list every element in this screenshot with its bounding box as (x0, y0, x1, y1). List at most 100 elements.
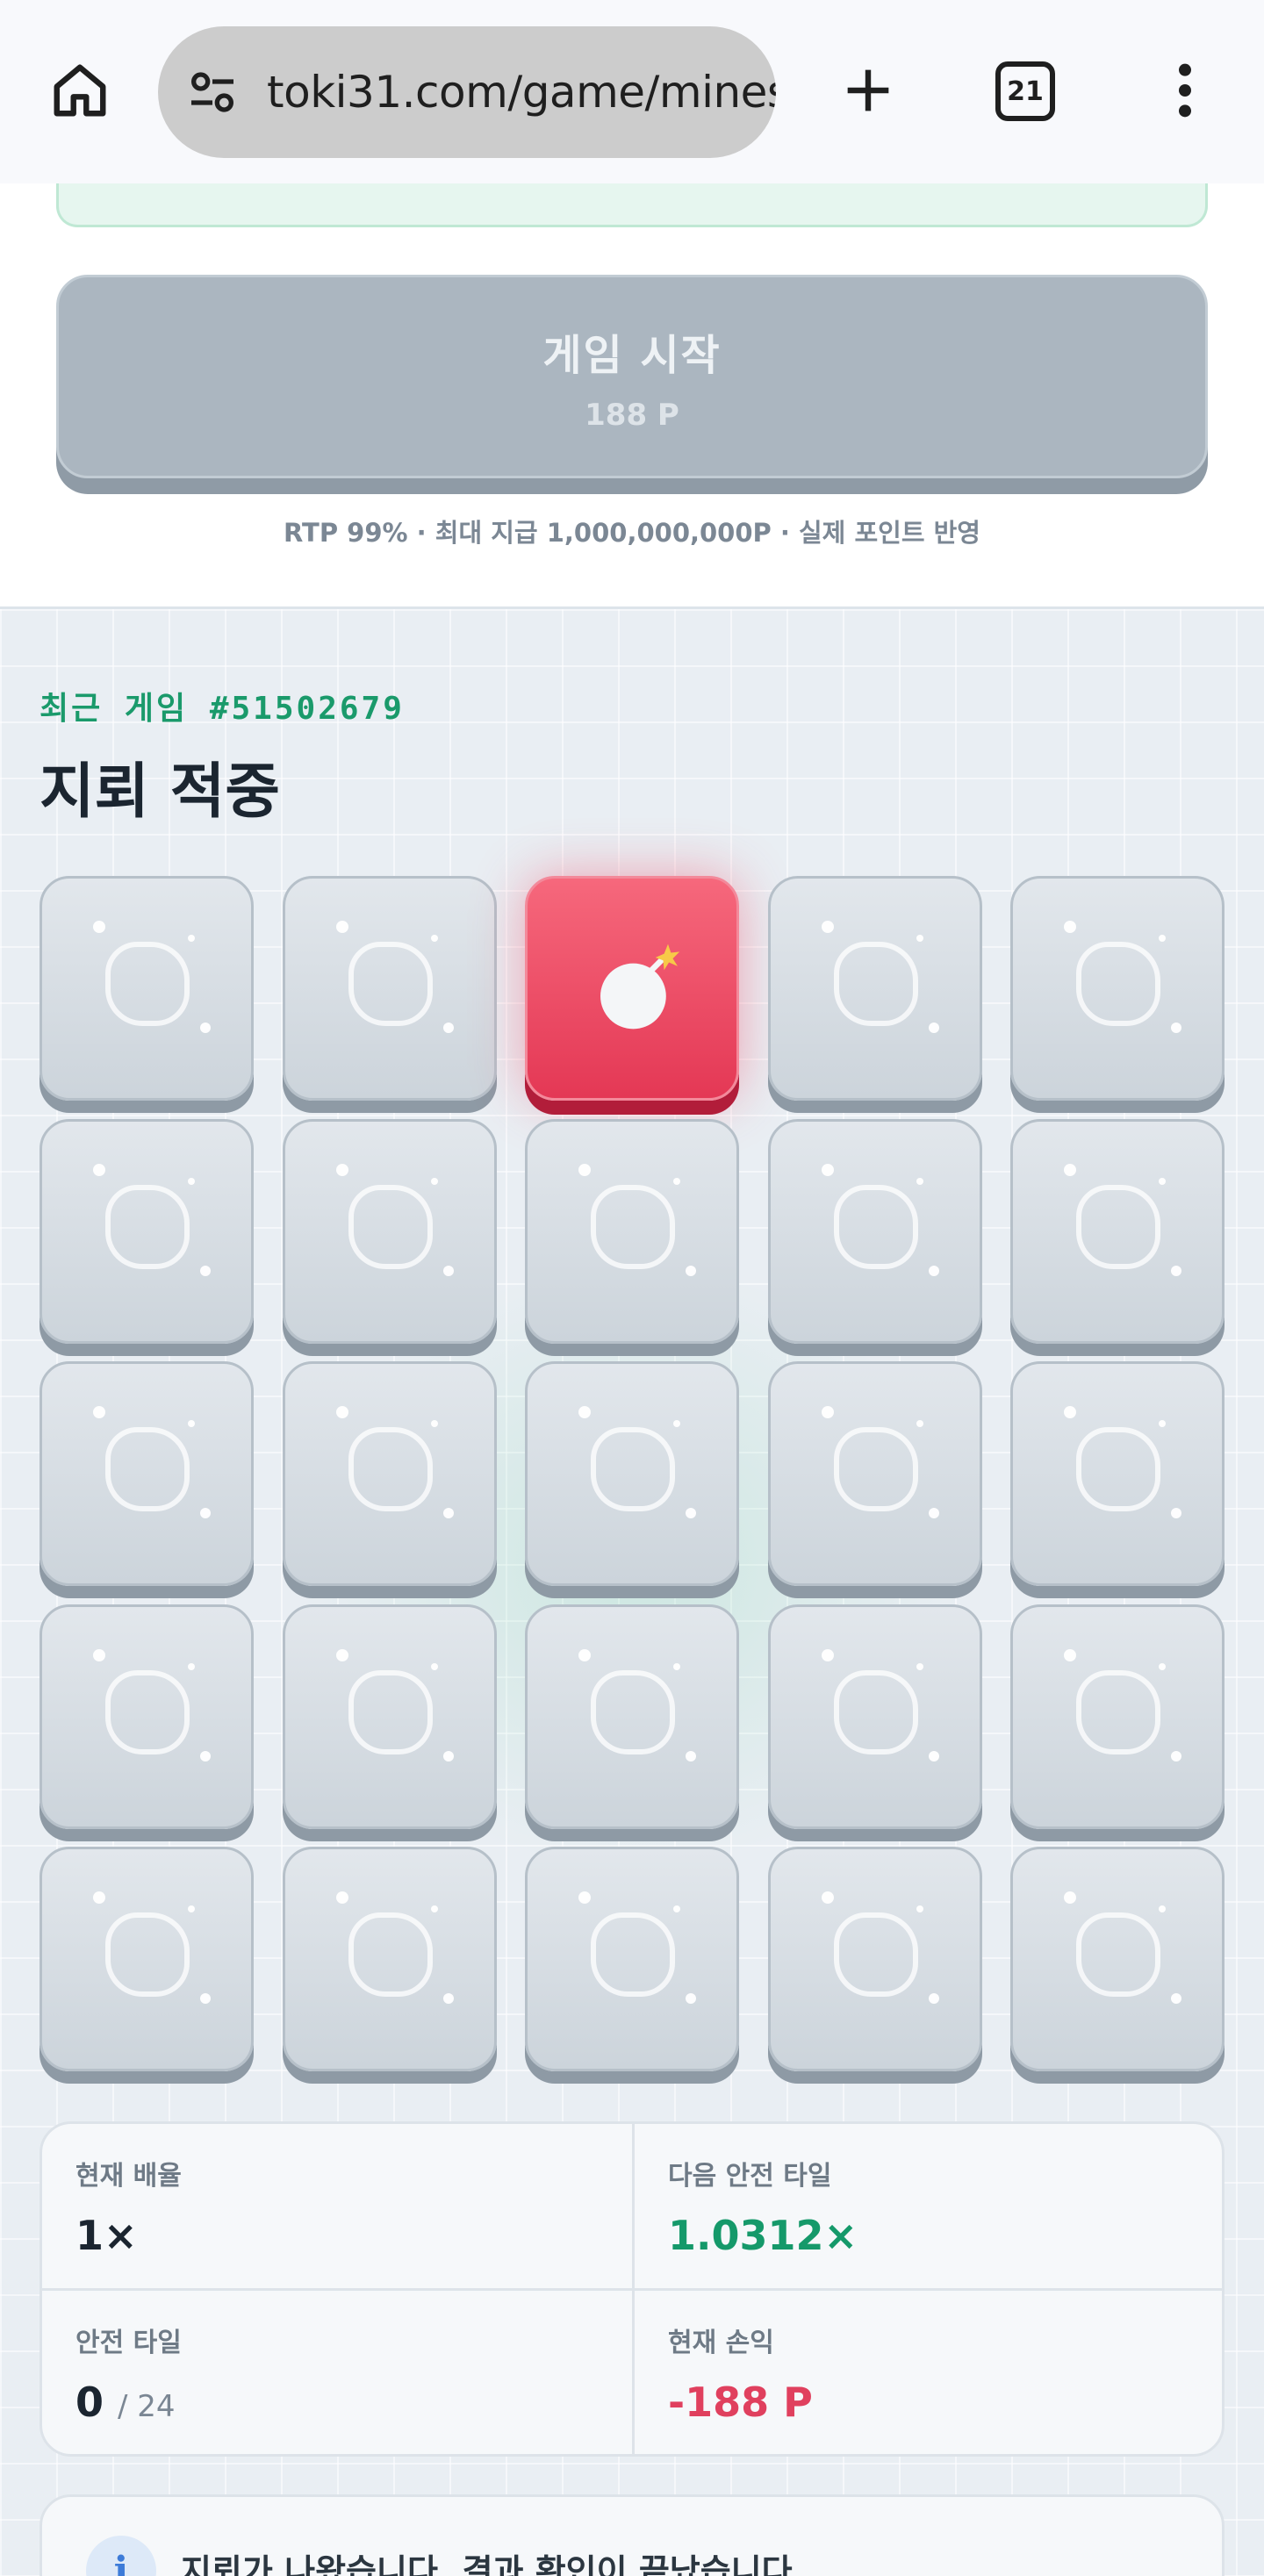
tile-ring-icon (591, 1669, 675, 1754)
bomb-icon (600, 944, 680, 1030)
tile-sparkle (188, 1177, 195, 1185)
tile-sparkle (578, 1648, 591, 1661)
tile-sparkle (821, 1891, 834, 1904)
result-message: i 지뢰가 나왔습니다. 결과 확인이 끝났습니다. (40, 2494, 1224, 2576)
tile-ring-icon (833, 1669, 918, 1754)
result-message-text: 지뢰가 나왔습니다. 결과 확인이 끝났습니다. (181, 2552, 806, 2576)
tile-sparkle (200, 1265, 211, 1276)
tile-sparkle (1159, 1420, 1166, 1427)
info-icon: i (86, 2536, 156, 2576)
tile-sparkle (578, 1406, 591, 1418)
new-tab-icon[interactable] (830, 53, 906, 128)
tile-ring-icon (105, 1427, 190, 1511)
more-options-icon[interactable] (1160, 53, 1210, 128)
tile-ring-icon (833, 1427, 918, 1511)
hidden-tile (282, 1361, 497, 1586)
tile-ring-icon (1076, 1184, 1160, 1269)
tile-sparkle (686, 1508, 696, 1518)
tile-sparkle (928, 1508, 939, 1518)
tile-sparkle (1171, 1993, 1181, 2004)
hidden-tile (1010, 1118, 1224, 1344)
tile-sparkle (686, 1265, 696, 1276)
tile-sparkle (188, 1420, 195, 1427)
tile-ring-icon (348, 1912, 433, 1997)
tab-switcher-icon[interactable]: 21 (995, 61, 1055, 121)
tile-sparkle (200, 1023, 211, 1033)
tile-sparkle (686, 1750, 696, 1762)
tile-sparkle (430, 1905, 438, 1912)
tile-ring-icon (591, 1184, 675, 1269)
tile-sparkle (1159, 935, 1166, 942)
info-strip (56, 183, 1208, 227)
hidden-tile (767, 1604, 982, 1829)
tile-sparkle (928, 1265, 939, 1276)
tile-sparkle (928, 1023, 939, 1033)
tile-sparkle (1171, 1023, 1181, 1033)
home-icon[interactable] (42, 53, 118, 128)
stat-label: 현재 배율 (75, 2161, 182, 2192)
tile-sparkle (821, 921, 834, 933)
tile-sparkle (928, 1993, 939, 2004)
hidden-tile (525, 1118, 739, 1344)
stats-panel: 현재 배율 1× 다음 안전 타일 1.0312× 안전 타일 0 / 24 현… (40, 2121, 1224, 2457)
tile-ring-icon (591, 1427, 675, 1511)
hidden-tile (40, 876, 254, 1101)
hidden-tile (525, 1847, 739, 2071)
hidden-tile (1010, 1604, 1224, 1829)
hidden-tile (282, 1118, 497, 1344)
hidden-tile (40, 1361, 254, 1586)
tile-sparkle (200, 1508, 211, 1518)
tile-sparkle (821, 1406, 834, 1418)
start-game-label: 게임 시작 (542, 331, 722, 380)
tile-sparkle (442, 1508, 454, 1518)
hidden-tile (40, 1847, 254, 2071)
browser-toolbar: toki31.com/game/mines 21 (0, 0, 1264, 183)
tile-sparkle (430, 1177, 438, 1185)
hidden-tile (767, 1118, 982, 1344)
start-game-button[interactable]: 게임 시작 188 P (56, 275, 1208, 478)
hidden-tile (282, 876, 497, 1101)
recent-game-id: 최근 게임 #51502679 (40, 691, 405, 727)
stat-total: / 24 (118, 2389, 176, 2424)
tile-sparkle (188, 1905, 195, 1912)
stat-value: 0 (75, 2379, 104, 2426)
tile-sparkle (673, 1420, 680, 1427)
stat-next-safe-tile: 다음 안전 타일 1.0312× (635, 2124, 1222, 2291)
tile-sparkle (1171, 1750, 1181, 1762)
tile-ring-icon (105, 1184, 190, 1269)
tile-ring-icon (833, 1184, 918, 1269)
hidden-tile (40, 1118, 254, 1344)
tile-sparkle (916, 1905, 923, 1912)
tile-sparkle (916, 1662, 923, 1670)
stat-current-profit: 현재 손익 -188 P (635, 2291, 1222, 2454)
tile-sparkle (1064, 1891, 1076, 1904)
site-settings-icon[interactable] (184, 64, 241, 120)
tile-ring-icon (105, 1912, 190, 1997)
tile-sparkle (93, 921, 105, 933)
tile-ring-icon (1076, 1669, 1160, 1754)
tile-sparkle (93, 1891, 105, 1904)
recent-game-section: 최근 게임 #51502679 지뢰 적중 현재 배율 1× 다음 안전 타일 … (0, 606, 1264, 2576)
tile-ring-icon (348, 1184, 433, 1269)
tile-sparkle (673, 1662, 680, 1670)
hidden-tile (1010, 876, 1224, 1101)
tile-sparkle (916, 935, 923, 942)
stat-value: 1.0312× (668, 2212, 858, 2259)
hidden-tile (40, 1604, 254, 1829)
tile-sparkle (821, 1163, 834, 1176)
rtp-note: RTP 99% · 최대 지급 1,000,000,000P · 실제 포인트 … (284, 518, 980, 548)
tile-sparkle (916, 1177, 923, 1185)
tile-sparkle (442, 1993, 454, 2004)
tile-sparkle (442, 1023, 454, 1033)
result-title: 지뢰 적중 (40, 757, 280, 827)
tile-sparkle (200, 1750, 211, 1762)
tile-sparkle (335, 1163, 348, 1176)
hidden-tile (525, 1361, 739, 1586)
address-bar[interactable]: toki31.com/game/mines (158, 26, 776, 158)
tile-sparkle (335, 1648, 348, 1661)
tile-ring-icon (348, 1669, 433, 1754)
tile-ring-icon (591, 1912, 675, 1997)
tile-sparkle (93, 1648, 105, 1661)
stat-value: -188 P (668, 2379, 813, 2426)
tile-sparkle (93, 1163, 105, 1176)
